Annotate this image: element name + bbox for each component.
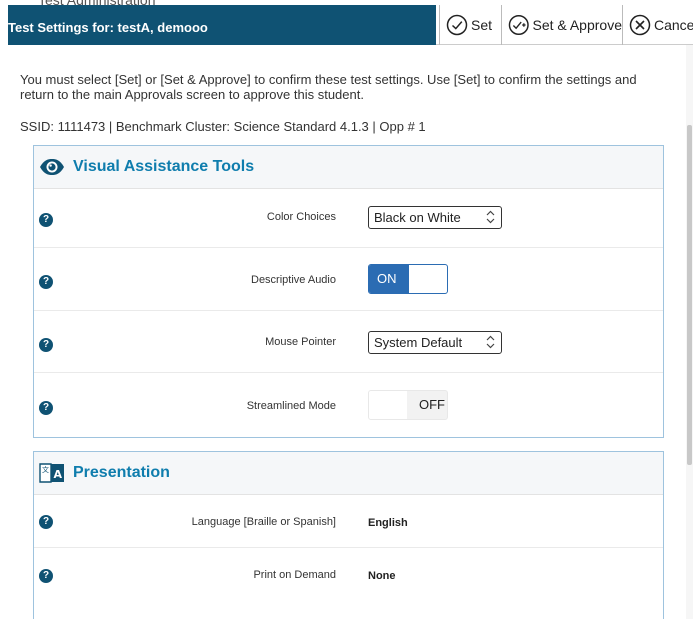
dialog-header: Test Settings for: testA, demooo Set Set… [8,5,693,45]
help-icon[interactable]: ? [39,213,53,227]
help-icon[interactable]: ? [39,401,53,415]
setting-row-mouse-pointer: ? Mouse Pointer System Default [34,311,663,373]
svg-text:文: 文 [42,465,49,474]
dialog-title-bar: Test Settings for: testA, demooo [8,5,436,45]
dialog-title: Test Settings for: testA, demooo [8,20,208,35]
help-icon[interactable]: ? [39,515,53,529]
setting-label: Streamlined Mode [246,400,336,412]
presentation-title: Presentation [73,464,170,481]
svg-text:A: A [54,468,63,481]
streamlined-mode-toggle[interactable]: OFF [368,390,448,420]
setting-value: None [368,570,396,582]
set-button[interactable]: Set [439,5,501,45]
visual-assistance-panel: Visual Assistance Tools ? Color Choices … [33,145,664,438]
chevron-updown-icon [486,332,495,360]
chevron-updown-icon [486,207,495,235]
setting-row-descriptive-audio: ? Descriptive Audio ON [34,248,663,311]
setting-label: Mouse Pointer [265,336,336,348]
instructions-text: You must select [Set] or [Set & Approve]… [20,72,637,102]
descriptive-audio-toggle[interactable]: ON [368,264,448,294]
setting-label: Language [Braille or Spanish] [191,516,336,528]
set-button-label: Set [471,17,493,33]
setting-value: English [368,517,408,529]
toggle-state: ON [369,265,409,293]
presentation-header: 文 A Presentation [34,452,663,495]
setting-row-streamlined-mode: ? Streamlined Mode OFF [34,373,663,437]
color-choices-select[interactable]: Black on White [368,206,502,229]
help-icon[interactable]: ? [39,275,53,289]
toggle-state: OFF [419,397,445,412]
setting-row-print-on-demand: ? Print on Demand None [34,548,663,603]
translation-icon: 文 A [39,463,64,483]
scrollbar-thumb[interactable] [687,125,692,465]
student-id-line: SSID: 1111473 | Benchmark Cluster: Scien… [20,119,426,134]
setting-label: Descriptive Audio [251,274,336,286]
help-icon[interactable]: ? [39,338,53,352]
visual-assistance-title: Visual Assistance Tools [73,158,255,175]
select-value: Black on White [374,210,461,225]
mouse-pointer-select[interactable]: System Default [368,331,502,354]
setting-label: Print on Demand [253,569,336,581]
check-plus-circle-icon [508,14,529,36]
close-circle-icon [629,14,651,36]
cancel-button[interactable]: Cancel [622,5,693,45]
select-value: System Default [374,335,463,350]
toggle-knob [369,391,407,419]
visual-assistance-header: Visual Assistance Tools [34,146,663,189]
presentation-panel: 文 A Presentation ? Language [Braille or … [33,451,664,619]
check-circle-icon [446,14,468,36]
eye-icon [40,159,64,175]
setting-row-color-choices: ? Color Choices Black on White [34,189,663,248]
help-icon[interactable]: ? [39,569,53,583]
cancel-button-label: Cancel [654,17,693,33]
setting-row-language: ? Language [Braille or Spanish] English [34,495,663,548]
set-approve-button-label: Set & Approve [532,17,622,33]
setting-label: Color Choices [266,211,336,223]
set-approve-button[interactable]: Set & Approve [501,5,622,45]
